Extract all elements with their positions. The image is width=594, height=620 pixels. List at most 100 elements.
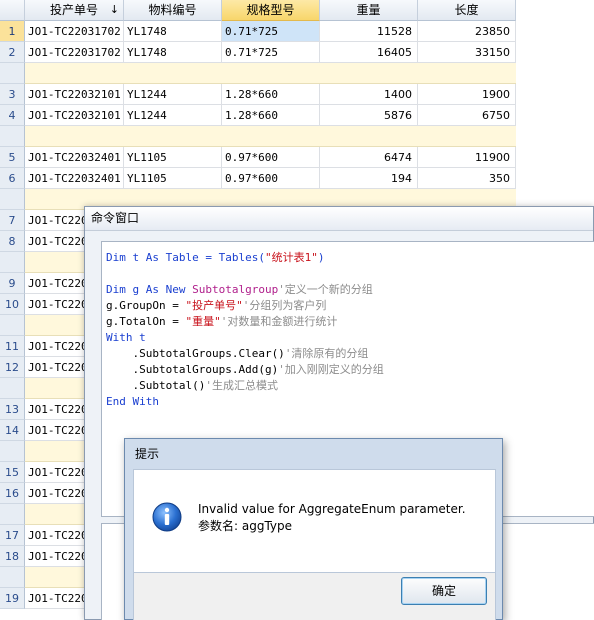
dialog-message: Invalid value for AggregateEnum paramete… bbox=[198, 501, 466, 535]
row-header[interactable]: 4 bbox=[0, 105, 25, 126]
command-window-title: 命令窗口 bbox=[85, 207, 593, 231]
row-header[interactable] bbox=[0, 252, 25, 273]
table-cell[interactable]: JO1-TC22031702 bbox=[25, 42, 124, 63]
message-dialog: 提示 Invalid value for AggregateEnum param… bbox=[124, 438, 503, 620]
table-cell[interactable]: 194 bbox=[320, 168, 418, 189]
table-cell[interactable]: YL1244 bbox=[124, 105, 222, 126]
table-cell[interactable]: 1.28*660 bbox=[222, 84, 320, 105]
column-header-order-no[interactable]: 投产单号 ↓ bbox=[25, 0, 124, 21]
row-header[interactable]: 16 bbox=[0, 483, 25, 504]
table-cell[interactable]: YL1748 bbox=[124, 42, 222, 63]
code-comment: '清除原有的分组 bbox=[284, 347, 369, 360]
row-header[interactable]: 8 bbox=[0, 231, 25, 252]
row-header[interactable] bbox=[0, 504, 25, 525]
table-cell[interactable]: YL1105 bbox=[124, 147, 222, 168]
code-token: g.GroupOn = bbox=[106, 299, 186, 312]
dialog-title: 提示 bbox=[135, 447, 160, 461]
table-cell[interactable]: 350 bbox=[418, 168, 516, 189]
info-icon bbox=[152, 502, 182, 532]
column-header-weight[interactable]: 重量 bbox=[320, 0, 418, 21]
table-cell[interactable]: 0.71*725 bbox=[222, 42, 320, 63]
row-header[interactable] bbox=[0, 441, 25, 462]
column-header-label: 重量 bbox=[356, 3, 381, 17]
table-cell[interactable]: 11528 bbox=[320, 21, 418, 42]
row-header[interactable]: 5 bbox=[0, 147, 25, 168]
table-cell[interactable]: 33150 bbox=[418, 42, 516, 63]
code-text: Dim t As Table = Tables("统计表1") Dim g As… bbox=[106, 250, 384, 410]
code-token: .SubtotalGroups.Add(g) bbox=[106, 363, 279, 376]
row-header[interactable]: 17 bbox=[0, 525, 25, 546]
sort-desc-icon: ↓ bbox=[109, 3, 119, 16]
column-header-label: 投产单号 bbox=[49, 3, 98, 17]
code-comment: '生成汇总模式 bbox=[205, 379, 278, 392]
code-token: .SubtotalGroups.Clear() bbox=[106, 347, 285, 360]
row-header[interactable]: 9 bbox=[0, 273, 25, 294]
row-header[interactable] bbox=[0, 315, 25, 336]
table-cell[interactable]: JO1-TC22032401 bbox=[25, 147, 124, 168]
table-cell[interactable]: YL1105 bbox=[124, 168, 222, 189]
subtotal-row[interactable] bbox=[25, 63, 516, 84]
table-cell[interactable]: JO1-TC22032401 bbox=[25, 168, 124, 189]
dialog-message-line: Invalid value for AggregateEnum paramete… bbox=[198, 502, 466, 516]
row-header[interactable]: 18 bbox=[0, 546, 25, 567]
row-header[interactable]: 13 bbox=[0, 399, 25, 420]
column-header-label: 规格型号 bbox=[246, 3, 295, 17]
row-header[interactable]: 6 bbox=[0, 168, 25, 189]
column-header-spec[interactable]: 规格型号 bbox=[222, 0, 320, 21]
table-cell[interactable]: JO1-TC22032101 bbox=[25, 84, 124, 105]
subtotal-row[interactable] bbox=[25, 126, 516, 147]
row-header[interactable]: 2 bbox=[0, 42, 25, 63]
row-header[interactable]: 3 bbox=[0, 84, 25, 105]
code-token: .Subtotal() bbox=[106, 379, 206, 392]
row-header[interactable] bbox=[0, 126, 25, 147]
row-header[interactable]: 11 bbox=[0, 336, 25, 357]
table-cell[interactable]: 1400 bbox=[320, 84, 418, 105]
table-cell[interactable]: 1900 bbox=[418, 84, 516, 105]
row-header[interactable] bbox=[0, 378, 25, 399]
code-comment: '分组列为客户列 bbox=[242, 299, 327, 312]
row-header[interactable]: 7 bbox=[0, 210, 25, 231]
code-comment: '定义一个新的分组 bbox=[278, 283, 373, 296]
code-comment: '加入刚刚定义的分组 bbox=[278, 363, 384, 376]
code-string: "重量" bbox=[185, 315, 221, 328]
table-cell[interactable]: YL1748 bbox=[124, 21, 222, 42]
row-header[interactable]: 1 bbox=[0, 21, 25, 42]
code-token: Dim t As Table = Tables( bbox=[106, 251, 265, 264]
table-cell[interactable]: 23850 bbox=[418, 21, 516, 42]
code-class: Subtotalgroup bbox=[192, 283, 279, 296]
code-token: With t bbox=[106, 331, 146, 344]
table-cell[interactable]: 0.97*600 bbox=[222, 147, 320, 168]
column-header-material-no[interactable]: 物料编号 bbox=[124, 0, 222, 21]
table-cell[interactable]: 16405 bbox=[320, 42, 418, 63]
code-comment: '对数量和金额进行统计 bbox=[220, 315, 338, 328]
table-cell[interactable]: 6750 bbox=[418, 105, 516, 126]
code-string: "统计表1" bbox=[264, 251, 318, 264]
row-header[interactable]: 15 bbox=[0, 462, 25, 483]
table-cell[interactable]: JO1-TC22032101 bbox=[25, 105, 124, 126]
code-token: g.TotalOn = bbox=[106, 315, 186, 328]
table-cell[interactable]: 6474 bbox=[320, 147, 418, 168]
code-token: ) bbox=[317, 251, 325, 264]
row-header[interactable]: 10 bbox=[0, 294, 25, 315]
table-cell[interactable]: 1.28*660 bbox=[222, 105, 320, 126]
row-header[interactable] bbox=[0, 63, 25, 84]
column-header-length[interactable]: 长度 bbox=[418, 0, 516, 21]
code-string: "投产单号" bbox=[185, 299, 243, 312]
code-token: End With bbox=[106, 395, 159, 408]
row-header[interactable]: 12 bbox=[0, 357, 25, 378]
grid-corner[interactable] bbox=[0, 0, 25, 21]
row-header[interactable]: 19 bbox=[0, 588, 25, 609]
row-header[interactable] bbox=[0, 189, 25, 210]
column-header-label: 物料编号 bbox=[148, 3, 197, 17]
table-cell[interactable]: 11900 bbox=[418, 147, 516, 168]
row-header[interactable] bbox=[0, 567, 25, 588]
ok-button[interactable]: 确定 bbox=[401, 577, 487, 605]
dialog-message-line: 参数名: aggType bbox=[198, 519, 293, 533]
table-cell[interactable]: JO1-TC22031702 bbox=[25, 21, 124, 42]
table-cell[interactable]: YL1244 bbox=[124, 84, 222, 105]
code-token: Dim g As New bbox=[106, 283, 193, 296]
row-header[interactable]: 14 bbox=[0, 420, 25, 441]
table-cell[interactable]: 5876 bbox=[320, 105, 418, 126]
table-cell[interactable]: 0.71*725 bbox=[222, 21, 320, 42]
table-cell[interactable]: 0.97*600 bbox=[222, 168, 320, 189]
